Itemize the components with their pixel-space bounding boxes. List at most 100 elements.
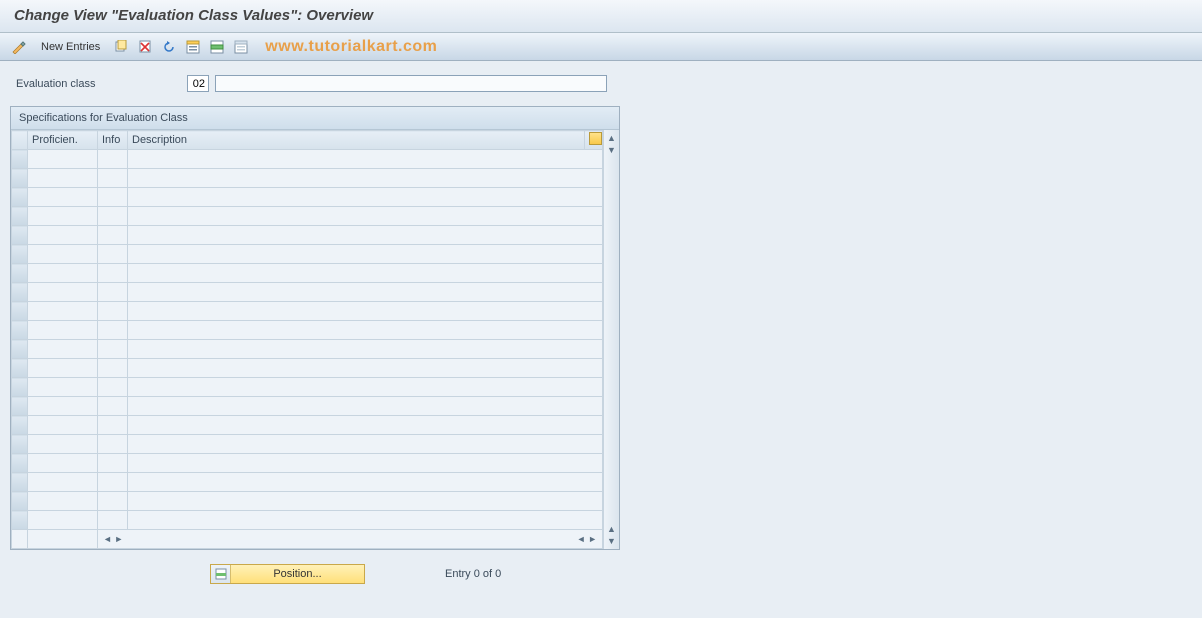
cell-proficien[interactable]: [28, 492, 98, 511]
cell-description[interactable]: [128, 359, 603, 378]
cell-info[interactable]: [98, 226, 128, 245]
cell-description[interactable]: [128, 188, 603, 207]
table-row[interactable]: [12, 397, 603, 416]
cell-description[interactable]: [128, 397, 603, 416]
cell-description[interactable]: [128, 340, 603, 359]
cell-proficien[interactable]: [28, 435, 98, 454]
table-row[interactable]: [12, 492, 603, 511]
cell-proficien[interactable]: [28, 340, 98, 359]
row-selector[interactable]: [12, 511, 28, 530]
row-selector[interactable]: [12, 321, 28, 340]
row-selector[interactable]: [12, 454, 28, 473]
cell-info[interactable]: [98, 473, 128, 492]
table-row[interactable]: [12, 207, 603, 226]
col-header-selector[interactable]: [12, 131, 28, 150]
scroll-up2-icon[interactable]: ▼: [606, 144, 618, 156]
cell-info[interactable]: [98, 359, 128, 378]
row-selector[interactable]: [12, 416, 28, 435]
cell-description[interactable]: [128, 302, 603, 321]
delete-button[interactable]: [135, 37, 155, 57]
cell-info[interactable]: [98, 283, 128, 302]
hscroll-right-icon[interactable]: ◄ ►: [576, 534, 598, 544]
cell-description[interactable]: [128, 207, 603, 226]
cell-proficien[interactable]: [28, 302, 98, 321]
row-selector[interactable]: [12, 492, 28, 511]
select-block-button[interactable]: [207, 37, 227, 57]
col-header-proficien[interactable]: Proficien.: [28, 131, 98, 150]
select-all-button[interactable]: [183, 37, 203, 57]
cell-description[interactable]: [128, 150, 603, 169]
cell-proficien[interactable]: [28, 321, 98, 340]
cell-proficien[interactable]: [28, 226, 98, 245]
cell-proficien[interactable]: [28, 283, 98, 302]
table-row[interactable]: [12, 264, 603, 283]
cell-proficien[interactable]: [28, 207, 98, 226]
evaluation-class-code-input[interactable]: [187, 75, 209, 92]
table-row[interactable]: [12, 226, 603, 245]
cell-info[interactable]: [98, 397, 128, 416]
toggle-display-change-button[interactable]: [10, 37, 30, 57]
cell-info[interactable]: [98, 511, 128, 530]
cell-info[interactable]: [98, 435, 128, 454]
cell-info[interactable]: [98, 378, 128, 397]
row-selector[interactable]: [12, 340, 28, 359]
table-row[interactable]: [12, 511, 603, 530]
cell-description[interactable]: [128, 169, 603, 188]
table-row[interactable]: [12, 340, 603, 359]
row-selector[interactable]: [12, 207, 28, 226]
row-selector[interactable]: [12, 283, 28, 302]
cell-proficien[interactable]: [28, 264, 98, 283]
copy-as-button[interactable]: [111, 37, 131, 57]
table-row[interactable]: [12, 321, 603, 340]
table-configure-button[interactable]: [585, 131, 603, 150]
scroll-up-icon[interactable]: ▲: [606, 132, 618, 144]
table-row[interactable]: [12, 359, 603, 378]
table-row[interactable]: [12, 302, 603, 321]
table-row[interactable]: [12, 169, 603, 188]
cell-proficien[interactable]: [28, 473, 98, 492]
cell-description[interactable]: [128, 245, 603, 264]
hscroll-track[interactable]: ◄ ► ◄ ►: [98, 530, 603, 549]
row-selector[interactable]: [12, 226, 28, 245]
cell-proficien[interactable]: [28, 359, 98, 378]
table-row[interactable]: [12, 473, 603, 492]
cell-info[interactable]: [98, 492, 128, 511]
cell-proficien[interactable]: [28, 511, 98, 530]
cell-proficien[interactable]: [28, 454, 98, 473]
col-header-info[interactable]: Info: [98, 131, 128, 150]
cell-info[interactable]: [98, 207, 128, 226]
cell-description[interactable]: [128, 511, 603, 530]
table-row[interactable]: [12, 188, 603, 207]
cell-proficien[interactable]: [28, 378, 98, 397]
undo-change-button[interactable]: [159, 37, 179, 57]
cell-description[interactable]: [128, 321, 603, 340]
cell-description[interactable]: [128, 264, 603, 283]
table-row[interactable]: [12, 416, 603, 435]
cell-info[interactable]: [98, 169, 128, 188]
cell-proficien[interactable]: [28, 188, 98, 207]
cell-info[interactable]: [98, 264, 128, 283]
deselect-all-button[interactable]: [231, 37, 251, 57]
cell-description[interactable]: [128, 378, 603, 397]
row-selector[interactable]: [12, 302, 28, 321]
row-selector[interactable]: [12, 435, 28, 454]
new-entries-button[interactable]: New Entries: [34, 37, 107, 57]
row-selector[interactable]: [12, 397, 28, 416]
evaluation-class-desc-input[interactable]: [215, 75, 607, 92]
row-selector[interactable]: [12, 188, 28, 207]
cell-info[interactable]: [98, 321, 128, 340]
table-row[interactable]: [12, 150, 603, 169]
cell-description[interactable]: [128, 435, 603, 454]
col-header-description[interactable]: Description: [128, 131, 585, 150]
cell-description[interactable]: [128, 454, 603, 473]
cell-proficien[interactable]: [28, 169, 98, 188]
cell-info[interactable]: [98, 188, 128, 207]
cell-description[interactable]: [128, 416, 603, 435]
hscroll-left-icon[interactable]: ◄ ►: [102, 534, 124, 544]
cell-proficien[interactable]: [28, 245, 98, 264]
table-row[interactable]: [12, 283, 603, 302]
table-row[interactable]: [12, 245, 603, 264]
cell-info[interactable]: [98, 416, 128, 435]
cell-info[interactable]: [98, 302, 128, 321]
table-row[interactable]: [12, 378, 603, 397]
